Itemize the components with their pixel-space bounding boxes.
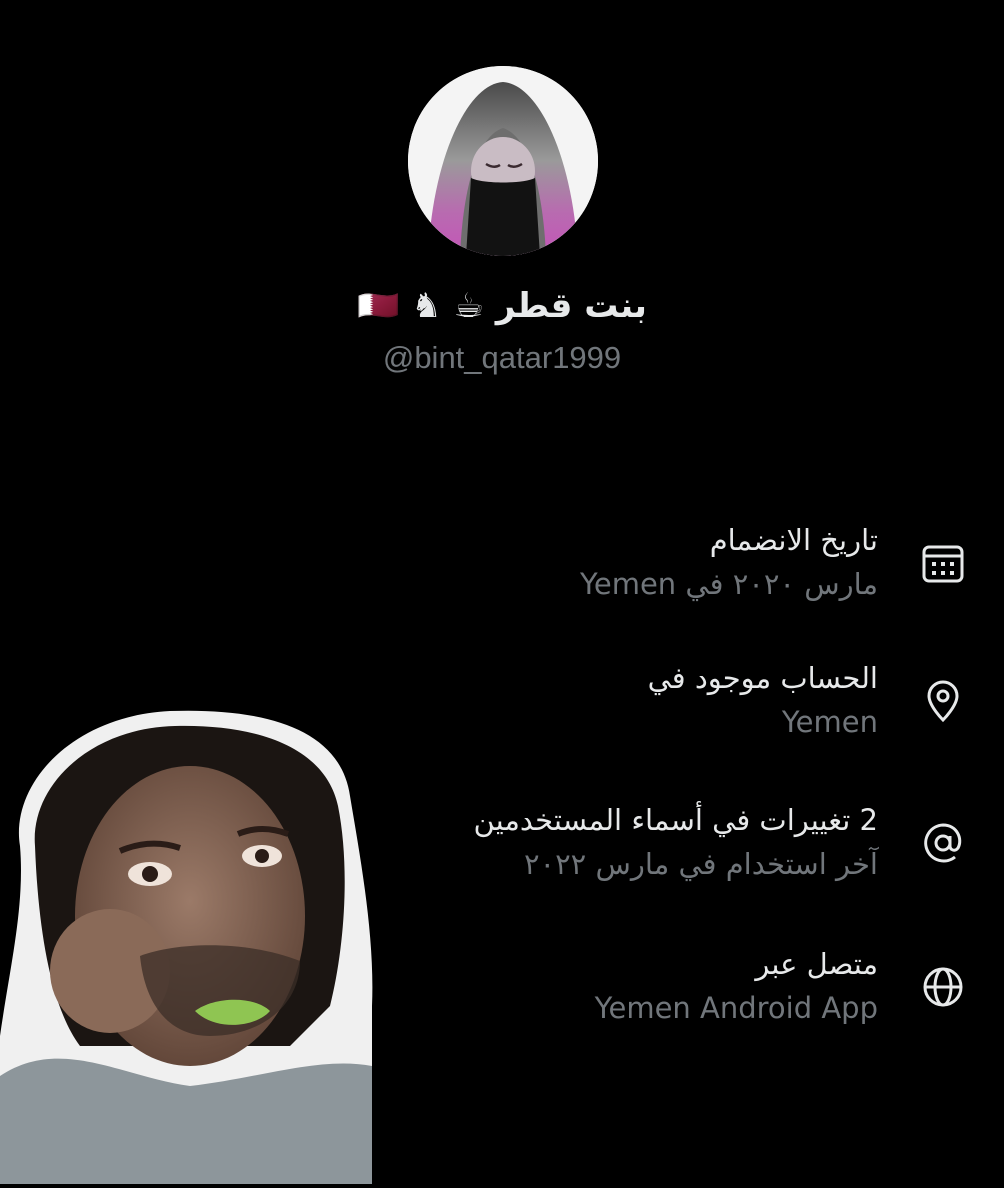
calendar-icon bbox=[918, 538, 968, 588]
location-pin-icon bbox=[918, 676, 968, 726]
about-row-join-date: تاريخ الانضمام مارس ٢٠٢٠ في Yemen bbox=[0, 518, 1004, 618]
username-changes-value: آخر استخدام في مارس ٢٠٢٢ bbox=[523, 847, 878, 881]
at-sign-icon bbox=[918, 818, 968, 868]
username-changes-title: 2 تغييرات في أسماء المستخدمين bbox=[473, 803, 878, 837]
globe-icon bbox=[918, 962, 968, 1012]
join-date-value: مارس ٢٠٢٠ في Yemen bbox=[580, 567, 878, 601]
connected-via-title: متصل عبر bbox=[755, 947, 878, 981]
connected-via-value: Yemen Android App bbox=[594, 991, 878, 1025]
profile-handle: @bint_qatar1999 bbox=[382, 340, 622, 375]
avatar-image bbox=[408, 66, 598, 256]
join-date-title: تاريخ الانضمام bbox=[709, 523, 878, 557]
location-value: Yemen bbox=[781, 705, 878, 739]
meme-sticker-photo bbox=[0, 706, 380, 1184]
profile-avatar[interactable] bbox=[408, 66, 598, 256]
location-title: الحساب موجود في bbox=[647, 661, 878, 695]
profile-display-name: بنت قطر ☕ ♞ 🇶🇦 bbox=[357, 286, 647, 326]
